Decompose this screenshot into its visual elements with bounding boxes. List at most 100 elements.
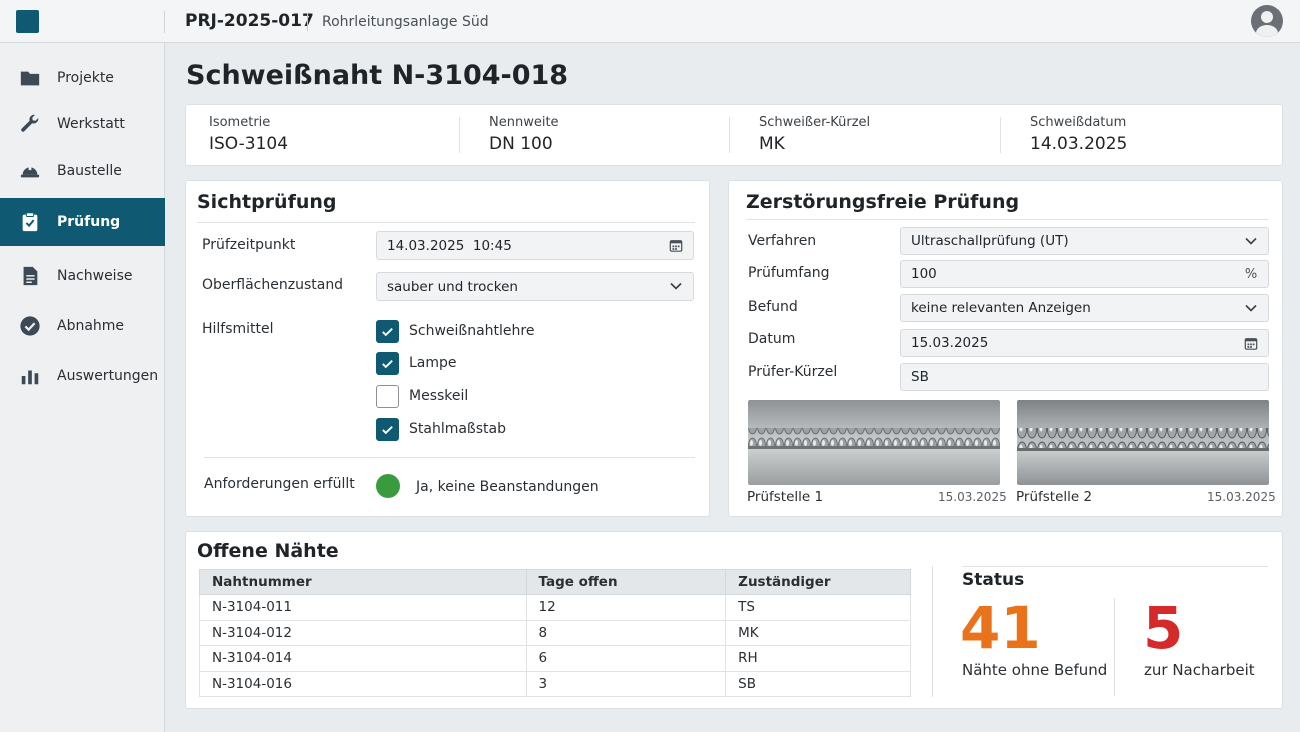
photo-caption: Prüfstelle 1 (747, 489, 824, 505)
table-cell: RH (725, 645, 911, 672)
verfahren-value: Ultraschallprüfung (UT) (911, 233, 1069, 249)
column-header[interactable]: Tage offen (525, 569, 727, 595)
checkbox-checked[interactable] (376, 352, 399, 375)
weld-photo-1[interactable] (748, 400, 1000, 485)
column-header[interactable]: Nahtnummer (199, 569, 527, 595)
table-cell: 12 (525, 594, 727, 621)
project-divider (307, 13, 308, 31)
weld-photo-2[interactable] (1017, 400, 1269, 485)
table-row[interactable]: N-3104-016 3 SB (199, 670, 911, 697)
ok-count: 41 (960, 594, 1041, 662)
checkbox-checked[interactable] (376, 320, 399, 343)
checkbox-unchecked[interactable] (376, 385, 399, 408)
sidebar-item-label: Werkstatt (57, 116, 125, 132)
checkbox-label: Messkeil (409, 388, 469, 404)
table-cell: 6 (525, 645, 727, 672)
pruefzeitpunkt-value: 14.03.2025 10:45 (387, 237, 512, 254)
sidebar-item-nachweise[interactable]: Nachweise (0, 252, 165, 300)
ndt-card: Zerstörungsfreie Prüfung Verfahren Ultra… (728, 180, 1283, 517)
avatar-head (1261, 11, 1273, 23)
sidebar: Projekte Werkstatt Baustelle Prüfung Nac… (0, 43, 165, 732)
document-icon (18, 264, 42, 288)
chevron-down-icon (1244, 234, 1258, 248)
info-value: ISO-3104 (209, 134, 289, 154)
column-header[interactable]: Zuständiger (725, 569, 911, 595)
info-label: Schweißer-Kürzel (759, 115, 871, 130)
sidebar-item-label: Baustelle (57, 163, 122, 179)
photo-date: 15.03.2025 (938, 490, 1007, 504)
photo-date: 15.03.2025 (1207, 490, 1276, 504)
pruefer-value: SB (911, 369, 929, 385)
datum-input[interactable]: 15.03.2025 (900, 329, 1269, 357)
checkbox-label: Lampe (409, 355, 457, 371)
oberflaeche-select[interactable]: sauber und trocken (376, 272, 694, 301)
pruefer-label: Prüfer-Kürzel (748, 364, 838, 380)
sidebar-item-projekte[interactable]: Projekte (0, 54, 165, 102)
check-circle-icon (18, 314, 42, 338)
card-title: Zerstörungsfreie Prüfung (746, 191, 1020, 213)
photo-caption: Prüfstelle 2 (1016, 489, 1093, 505)
status-inner-divider (1114, 598, 1115, 696)
calendar-icon[interactable] (669, 238, 683, 252)
info-value: MK (759, 134, 785, 154)
table-cell: 8 (525, 619, 727, 646)
app-logo[interactable] (16, 10, 39, 33)
table-row[interactable]: N-3104-012 8 MK (199, 619, 911, 646)
project-name: Rohrleitungsanlage Süd (322, 14, 489, 30)
visual-inspection-card: Sichtprüfung Prüfzeitpunkt 14.03.2025 10… (185, 180, 710, 517)
befund-label: Befund (748, 299, 798, 315)
table-header-row: Nahtnummer Tage offen Zuständiger (199, 569, 911, 595)
open-welds-table: Nahtnummer Tage offen Zuständiger N-3104… (199, 569, 911, 697)
status-rule (962, 566, 1268, 567)
info-label: Isometrie (209, 115, 271, 130)
table-cell: 3 (525, 670, 727, 697)
user-avatar-icon[interactable] (1251, 5, 1283, 37)
folder-icon (18, 66, 42, 90)
info-divider (459, 117, 460, 153)
anforderungen-label: Anforderungen erfüllt (204, 476, 355, 492)
umfang-label: Prüfumfang (748, 265, 830, 281)
info-value: DN 100 (489, 134, 553, 154)
unit-suffix: % (1244, 266, 1258, 282)
table-row[interactable]: N-3104-011 12 TS (199, 594, 911, 621)
table-cell: TS (725, 594, 911, 621)
umfang-input[interactable]: 100 % (900, 260, 1269, 288)
sidebar-item-label: Nachweise (57, 268, 133, 284)
status-title: Status (962, 570, 1025, 590)
info-value: 14.03.2025 (1030, 134, 1128, 154)
wrench-icon (18, 112, 42, 136)
sidebar-item-werkstatt[interactable]: Werkstatt (0, 100, 165, 148)
befund-value: keine relevanten Anzeigen (911, 300, 1091, 316)
card-title: Offene Nähte (197, 540, 339, 562)
header-divider (164, 11, 165, 33)
hilfsmittel-label: Hilfsmittel (202, 321, 274, 337)
calendar-icon[interactable] (1244, 336, 1258, 350)
chevron-down-icon (669, 279, 683, 293)
table-cell: N-3104-014 (199, 645, 527, 672)
pruefer-input[interactable]: SB (900, 363, 1269, 391)
rework-label: zur Nacharbeit (1144, 661, 1255, 679)
table-cell: SB (725, 670, 911, 697)
top-bar: PRJ-2025-017 Rohrleitungsanlage Süd (0, 0, 1300, 43)
status-divider (932, 566, 933, 697)
info-label: Nennweite (489, 115, 559, 130)
sidebar-item-pruefung[interactable]: Prüfung (0, 198, 165, 246)
info-divider (1000, 117, 1001, 153)
checkbox-label: Schweißnahtlehre (409, 323, 535, 339)
sidebar-item-baustelle[interactable]: Baustelle (0, 147, 165, 195)
verfahren-select[interactable]: Ultraschallprüfung (UT) (900, 227, 1269, 255)
oberflaeche-label: Oberflächenzustand (202, 277, 344, 293)
sidebar-item-auswertungen[interactable]: Auswertungen (0, 352, 165, 400)
sidebar-item-label: Projekte (57, 70, 114, 86)
befund-select[interactable]: keine relevanten Anzeigen (900, 294, 1269, 322)
table-cell: N-3104-011 (199, 594, 527, 621)
anforderungen-value: Ja, keine Beanstandungen (416, 479, 599, 495)
table-row[interactable]: N-3104-014 6 RH (199, 645, 911, 672)
sidebar-item-abnahme[interactable]: Abnahme (0, 302, 165, 350)
rework-count: 5 (1143, 594, 1184, 662)
pruefzeitpunkt-label: Prüfzeitpunkt (202, 237, 296, 253)
pruefzeitpunkt-input[interactable]: 14.03.2025 10:45 (376, 231, 694, 260)
checkbox-checked[interactable] (376, 418, 399, 441)
chevron-down-icon (1244, 301, 1258, 315)
umfang-value: 100 (911, 266, 937, 282)
